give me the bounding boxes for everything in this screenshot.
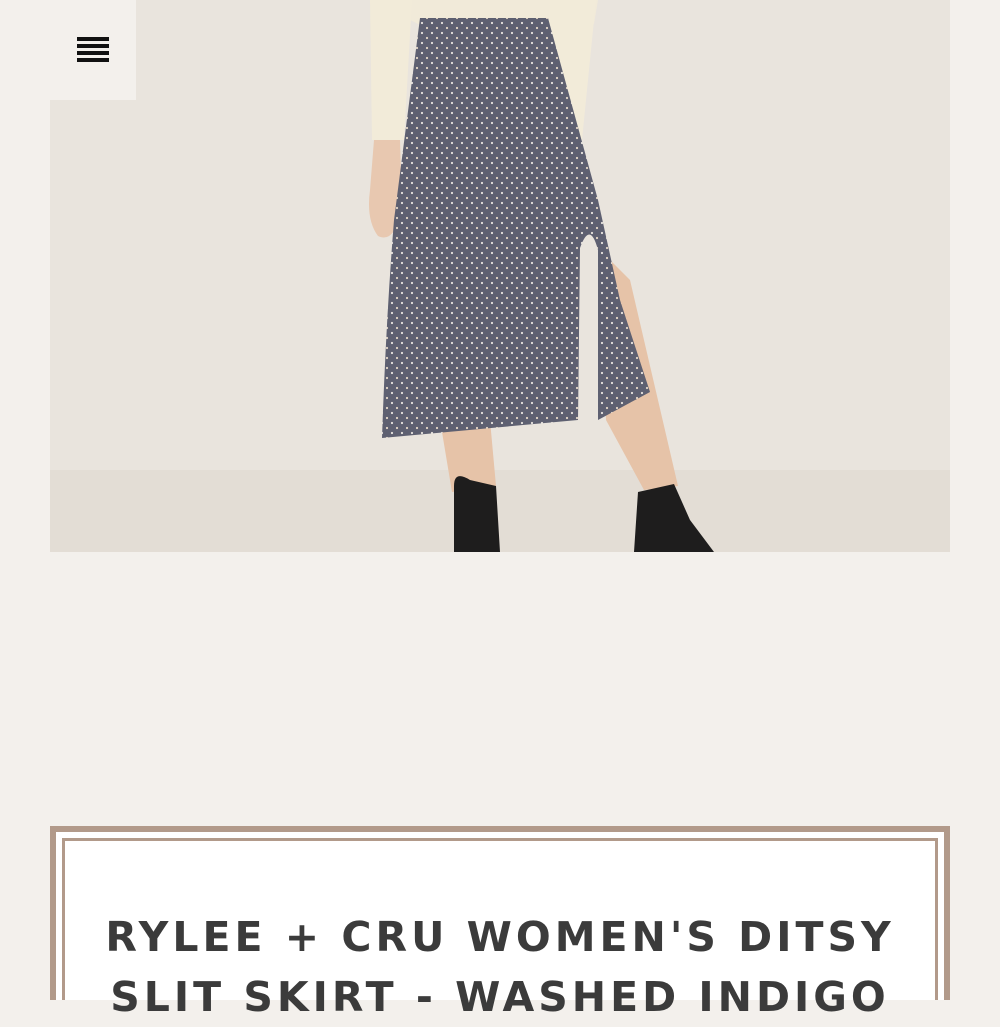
product-title-line-1: RYLEE + CRU WOMEN'S DITSY [105,913,895,961]
hamburger-menu-icon [77,37,109,62]
product-title: RYLEE + CRU WOMEN'S DITSY SLIT SKIRT - W… [65,907,935,1027]
product-hero-image [50,0,950,552]
product-info-card-inner-border: RYLEE + CRU WOMEN'S DITSY SLIT SKIRT - W… [62,838,938,1021]
product-info-card: RYLEE + CRU WOMEN'S DITSY SLIT SKIRT - W… [50,826,950,1021]
menu-button[interactable] [50,0,136,100]
product-title-line-2: SLIT SKIRT - WASHED INDIGO [110,973,890,1021]
